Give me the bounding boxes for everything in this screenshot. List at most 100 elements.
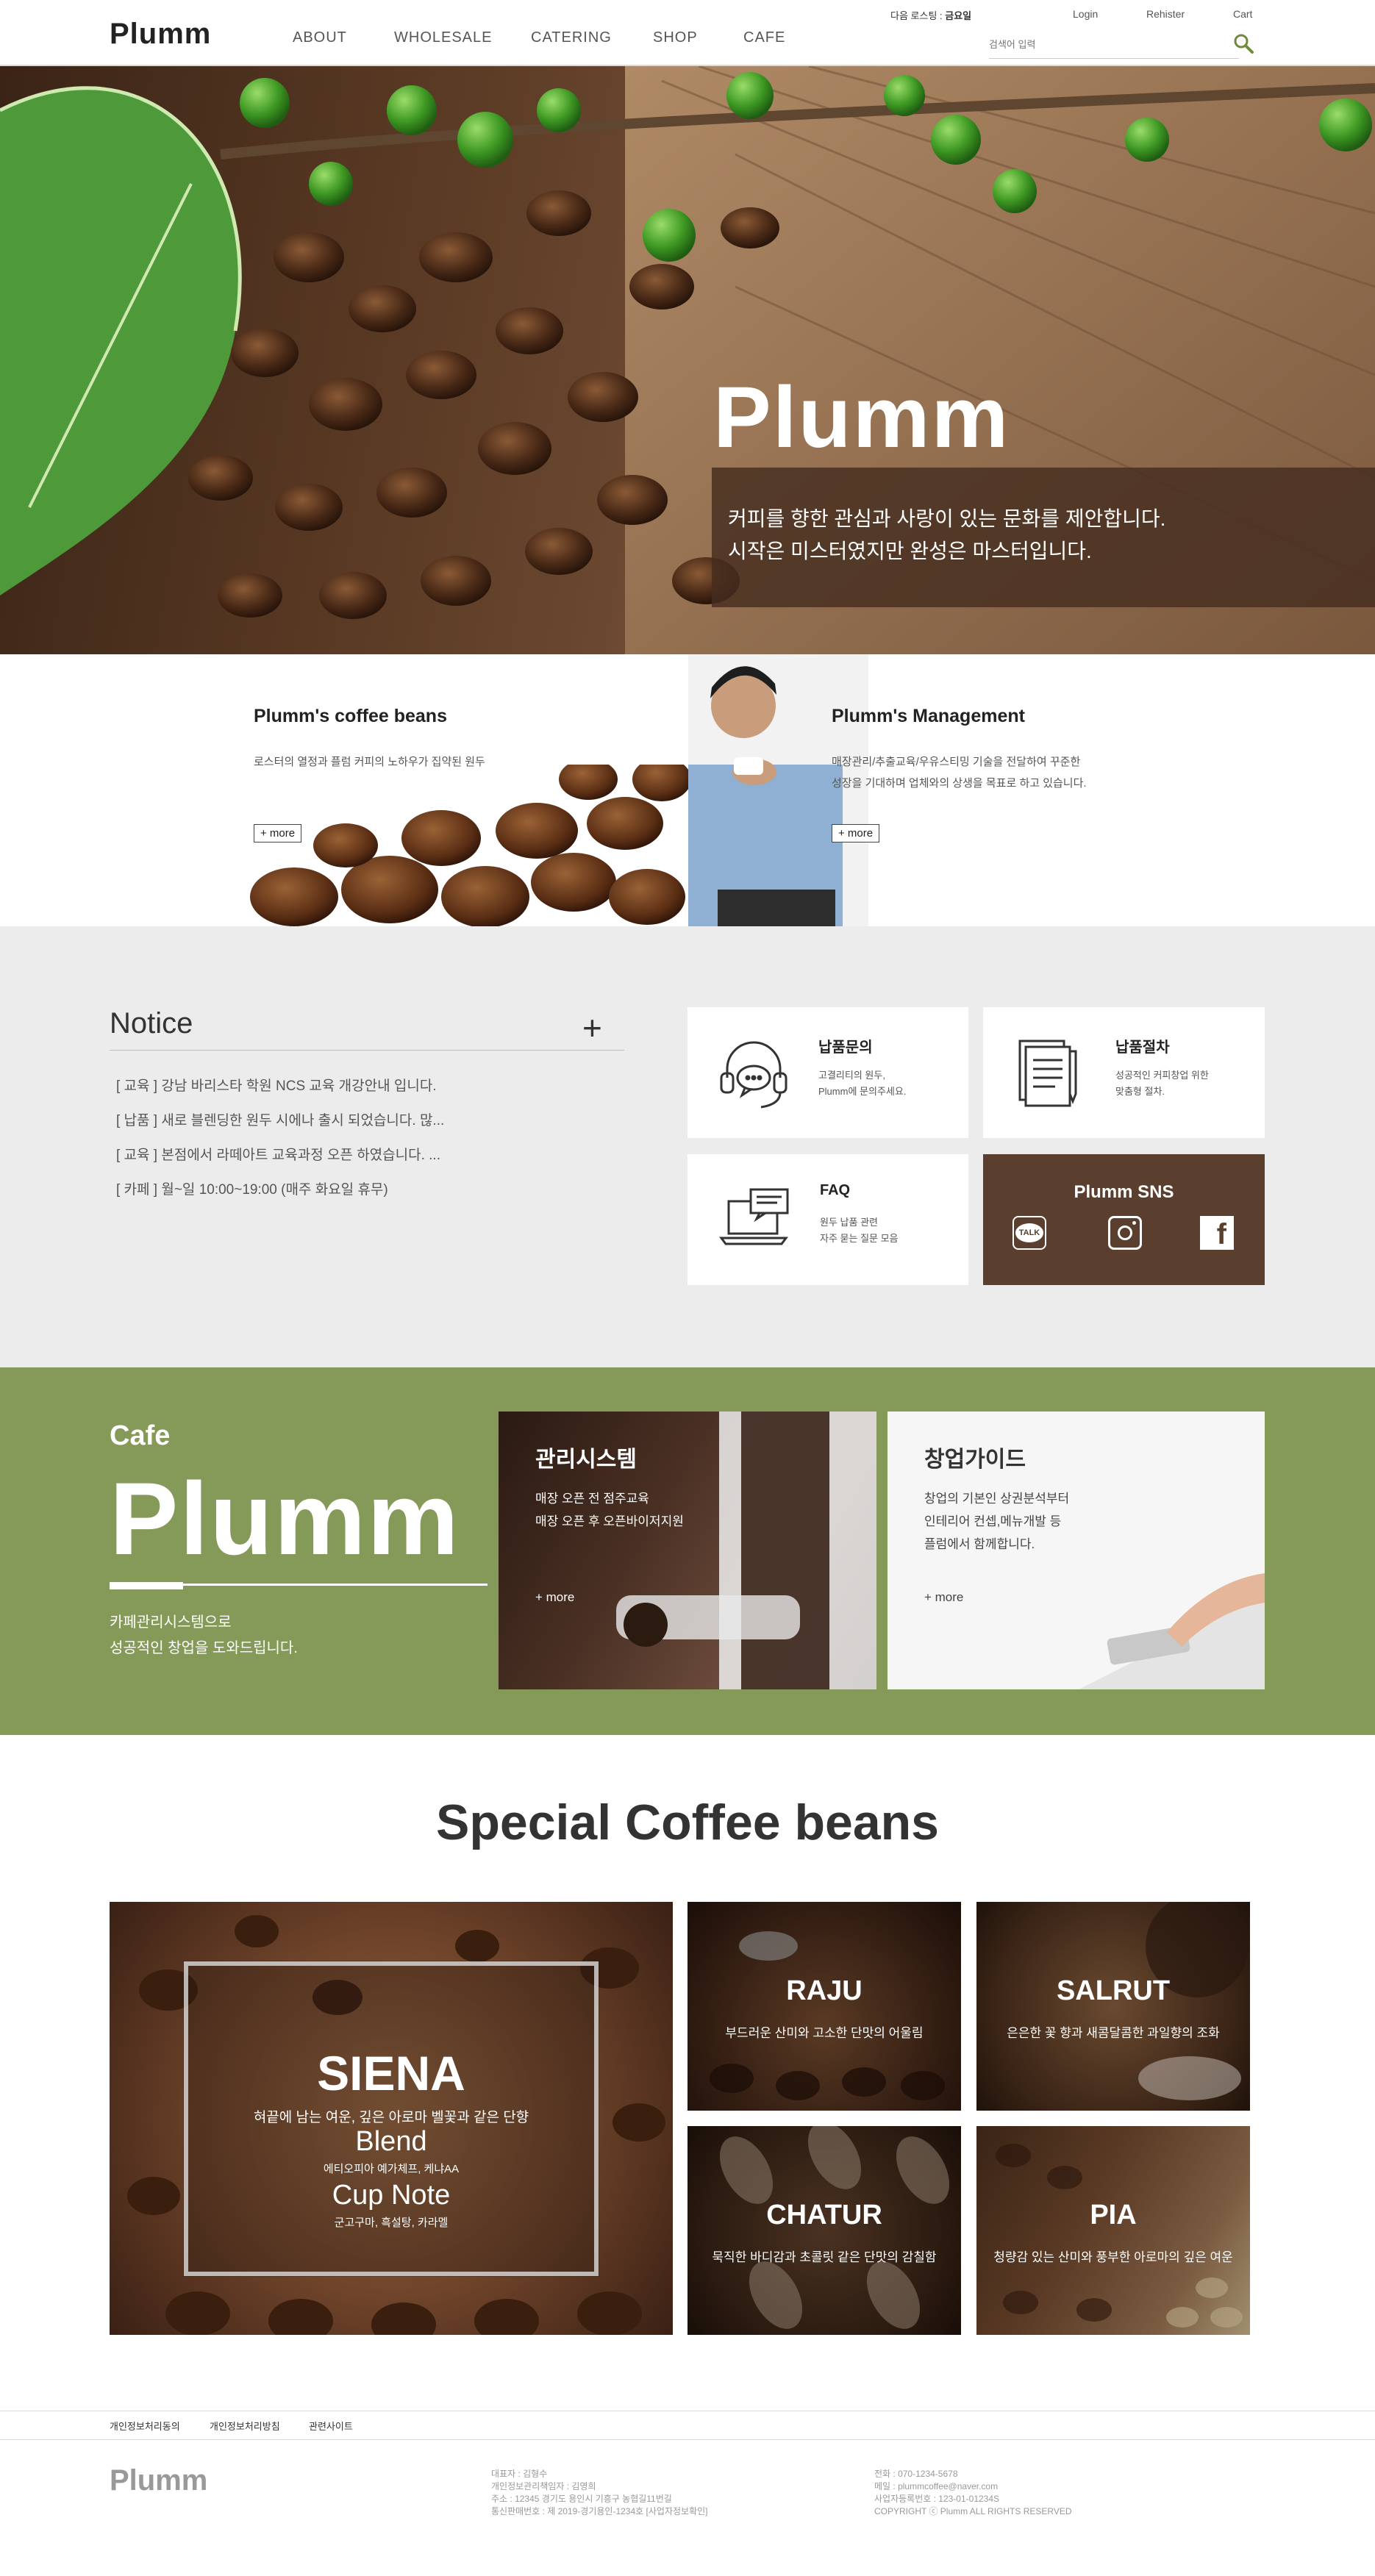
chatur-name: CHATUR <box>766 2200 882 2230</box>
notice-item[interactable]: [ 카페 ] 월~일 10:00~19:00 (매주 화요일 휴무) <box>116 1178 388 1198</box>
notice-divider <box>110 1050 624 1051</box>
roasting-info: 다음 로스팅 : 금요일 <box>890 8 971 22</box>
system-line-1: 매장 오픈 전 점주교육 <box>535 1492 649 1506</box>
nav-shop[interactable]: SHOP <box>653 29 698 46</box>
notice-item[interactable]: [ 납품 ] 새로 블렌딩한 원두 시에나 출시 되었습니다. 많... <box>116 1109 444 1129</box>
siena-cupnote-label: Cup Note <box>332 2180 451 2211</box>
instagram-icon[interactable] <box>1108 1216 1142 1250</box>
coffee-beans-image <box>250 765 688 926</box>
process-card[interactable]: 납품절차 성공적인 커피창업 위한 맞춤형 절차. <box>983 1007 1265 1138</box>
footer-address: 주소 : 12345 경기도 용인시 기흥구 농협길11번길 <box>491 2494 672 2504</box>
beans-more-button[interactable]: + more <box>254 824 302 842</box>
cafe-desc-1: 카페관리시스템으로 <box>110 1614 232 1631</box>
footer-email: 메일 : plummcoffee@naver.com <box>874 2481 999 2491</box>
system-more-link[interactable]: + more <box>535 1590 574 1605</box>
faq-sub-1: 원두 납품 관련 <box>820 1217 878 1228</box>
footer-business-number: 사업자등록번호 : 123-01-01234S <box>874 2494 1000 2504</box>
footer-company-info: 대표자 : 김형수 개인정보관리책임자 : 김영희 주소 : 12345 경기도… <box>491 2468 707 2518</box>
cafe-divider-accent <box>110 1582 183 1589</box>
footer-copyright: COPYRIGHT ⓒ Plumm ALL RIGHTS RESERVED <box>874 2506 1072 2516</box>
footer-logo: Plumm <box>110 2464 208 2497</box>
hero-line-2: 시작은 미스터였지만 완성은 마스터입니다. <box>728 540 1092 562</box>
inquiry-card[interactable]: 납품문의 고결리티의 원두, Plumm에 문의주세요. <box>688 1007 968 1138</box>
hero-banner: Plumm 커피를 향한 관심과 사랑이 있는 문화를 제안합니다. 시작은 미… <box>0 66 1375 654</box>
laptop-chat-icon <box>718 1187 792 1256</box>
notice-title: Notice <box>110 1007 193 1040</box>
cafe-title: Plumm <box>110 1461 460 1576</box>
login-link[interactable]: Login <box>1073 8 1098 20</box>
process-title: 납품절차 <box>1115 1040 1170 1056</box>
salrut-desc: 은은한 꽃 향과 새콤달콤한 과일향의 조화 <box>1007 2026 1220 2040</box>
raju-tile[interactable]: RAJU 부드러운 산미와 고소한 단맛의 어울림 <box>688 1902 961 2111</box>
sns-title: Plumm SNS <box>1074 1182 1174 1202</box>
footer-links-bar <box>0 2411 1375 2440</box>
management-system-card[interactable]: 관리시스템 매장 오픈 전 점주교육 매장 오픈 후 오픈바이저지원 + mor… <box>499 1412 876 1689</box>
footer-contact-info: 전화 : 070-1234-5678 메일 : plummcoffee@nave… <box>874 2468 1072 2518</box>
document-icon <box>1014 1037 1085 1114</box>
roasting-day: 금요일 <box>945 10 972 21</box>
system-line-2: 매장 오픈 후 오픈바이저지원 <box>535 1514 684 1528</box>
beans-title: Plumm's coffee beans <box>254 706 447 726</box>
footer-link-privacy-policy[interactable]: 개인정보처리방침 <box>210 2419 280 2433</box>
siena-blend-desc: 에티오피아 예가체프, 케냐AA <box>323 2163 460 2175</box>
guide-title: 창업가이드 <box>924 1448 1026 1472</box>
pia-tile[interactable]: PIA 청량감 있는 산미와 풍부한 아로마의 깊은 여운 <box>976 2126 1250 2335</box>
site-header: Plumm ABOUT WHOLESALE CATERING SHOP CAFE… <box>0 0 1375 66</box>
chatur-tile[interactable]: CHATUR 묵직한 바디감과 초콜릿 같은 단맛의 감칠함 <box>688 2126 961 2335</box>
special-beans-title: Special Coffee beans <box>435 1795 940 1850</box>
footer-ceo: 대표자 : 김형수 <box>491 2469 548 2479</box>
intro-section: Plumm's coffee beans 로스터의 열정과 플럼 커피의 노하우… <box>0 654 1375 926</box>
guide-line-1: 창업의 기본인 상권분석부터 <box>924 1492 1070 1506</box>
notice-item[interactable]: [ 교육 ] 강남 바리스타 학원 NCS 교육 개강안내 입니다. <box>116 1075 437 1095</box>
hero-line-1: 커피를 향한 관심과 사랑이 있는 문화를 제안합니다. <box>728 507 1166 530</box>
siena-tile[interactable]: SIENA 혀끝에 남는 여운, 깊은 아로마 벨꽃과 같은 단향 Blend … <box>110 1902 673 2335</box>
inquiry-sub-2: Plumm에 문의주세요. <box>818 1086 907 1097</box>
roasting-label: 다음 로스팅 : <box>890 10 943 21</box>
faq-title: FAQ <box>820 1182 851 1198</box>
facebook-icon[interactable]: f <box>1200 1216 1234 1250</box>
search-icon[interactable] <box>1232 32 1254 54</box>
register-link[interactable]: Rehister <box>1146 8 1185 20</box>
footer-privacy-manager: 개인정보관리책임자 : 김영희 <box>491 2481 596 2491</box>
cart-link[interactable]: Cart <box>1233 8 1252 20</box>
inquiry-title: 납품문의 <box>818 1040 873 1056</box>
management-more-button[interactable]: + more <box>832 824 880 842</box>
nav-catering[interactable]: CATERING <box>531 29 612 46</box>
management-text-1: 매장관리/추출교육/우유스티밍 기술을 전달하여 꾸준한 <box>832 756 1081 768</box>
guide-line-2: 인테리어 컨셉,메뉴개발 등 <box>924 1514 1062 1528</box>
process-sub-1: 성공적인 커피창업 위한 <box>1115 1070 1209 1081</box>
beans-text: 로스터의 열정과 플럼 커피의 노하우가 집약된 원두 <box>254 756 485 768</box>
kakaotalk-icon[interactable]: TALK <box>1013 1216 1046 1250</box>
headset-chat-icon <box>715 1037 792 1117</box>
guide-more-link[interactable]: + more <box>924 1590 963 1605</box>
chatur-desc: 묵직한 바디감과 초콜릿 같은 단맛의 감칠함 <box>712 2250 937 2264</box>
hero-text-box: 커피를 향한 관심과 사랑이 있는 문화를 제안합니다. 시작은 미스터였지만 … <box>712 468 1375 607</box>
salrut-name: SALRUT <box>1056 1975 1171 2006</box>
cafe-subtitle: Cafe <box>110 1420 171 1451</box>
notice-more-icon[interactable]: + <box>582 1011 602 1045</box>
siena-cupnote-desc: 군고구마, 흑설탕, 카라멜 <box>334 2217 449 2229</box>
management-title: Plumm's Management <box>832 706 1025 726</box>
nav-wholesale[interactable]: WHOLESALE <box>394 29 492 46</box>
sns-card: Plumm SNS TALK f <box>983 1154 1265 1285</box>
salrut-tile[interactable]: SALRUT 은은한 꽃 향과 새콤달콤한 과일향의 조화 <box>976 1902 1250 2111</box>
footer-link-privacy-consent[interactable]: 개인정보처리동의 <box>110 2419 180 2433</box>
search-input[interactable] <box>989 31 1239 59</box>
pia-name: PIA <box>1090 2200 1137 2230</box>
faq-card[interactable]: FAQ 원두 납품 관련 자주 묻는 질문 모음 <box>688 1154 968 1285</box>
pia-desc: 청량감 있는 산미와 풍부한 아로마의 깊은 여운 <box>993 2250 1233 2264</box>
faq-sub-2: 자주 묻는 질문 모음 <box>820 1233 899 1244</box>
management-text-2: 성장을 기대하며 업체와의 상생을 목표로 하고 있습니다. <box>832 777 1087 790</box>
site-logo[interactable]: Plumm <box>110 18 211 51</box>
startup-guide-card[interactable]: 창업가이드 창업의 기본인 상권분석부터 인테리어 컨셉,메뉴개발 등 플럼에서… <box>888 1412 1265 1689</box>
notice-item[interactable]: [ 교육 ] 본점에서 라떼아트 교육과정 오픈 하였습니다. ... <box>116 1144 440 1164</box>
footer-link-related-sites[interactable]: 관련사이트 <box>309 2419 353 2433</box>
nav-about[interactable]: ABOUT <box>293 29 347 46</box>
hero-title: Plumm <box>713 369 1010 466</box>
raju-name: RAJU <box>786 1975 863 2006</box>
nav-cafe[interactable]: CAFE <box>743 29 785 46</box>
footer-ecommerce-number: 통신판매번호 : 제 2019-경기용인-1234호 [사업자정보확인] <box>491 2506 708 2516</box>
siena-desc: 혀끝에 남는 여운, 깊은 아로마 벨꽃과 같은 단향 <box>253 2110 529 2125</box>
raju-desc: 부드러운 산미와 고소한 단맛의 어울림 <box>725 2026 924 2040</box>
siena-name: SIENA <box>317 2046 465 2100</box>
